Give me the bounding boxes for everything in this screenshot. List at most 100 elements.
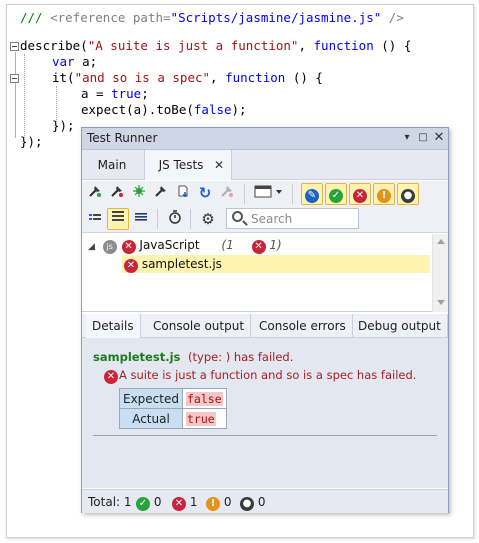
tab-console-errors[interactable]: Console errors xyxy=(253,314,353,338)
details-divider xyxy=(93,435,437,436)
failure-message: ✕ A suite is just a function and so is a … xyxy=(104,368,416,384)
code-line-1: /// <reference path="Scripts/jasmine/jas… xyxy=(20,10,404,26)
xml-tag: <reference xyxy=(50,10,133,25)
comparison-table: Expected false Actual true xyxy=(119,388,227,429)
detail-tabs: Details Console output Console errors De… xyxy=(82,314,448,338)
status-bar: Total: 1 ✓ 0 ✕ 1 ! 0 ● 0 xyxy=(82,489,448,513)
search-input[interactable]: Search xyxy=(226,208,359,229)
skipped-count: 0 xyxy=(257,495,266,509)
scroll-down-icon[interactable] xyxy=(437,300,445,305)
expand-view-button[interactable] xyxy=(107,208,129,230)
passed-count: 0 xyxy=(153,495,162,509)
details-type: (type: ) has failed. xyxy=(188,350,294,364)
tab-js-label: JS Tests xyxy=(158,158,204,172)
details-file[interactable]: sampletest.js xyxy=(93,350,180,364)
fold-it-icon[interactable] xyxy=(10,74,19,83)
test-runner-window[interactable]: Test Runner ▾ □ ✕ Main JS Tests ✕ ↻ ✎ ✓ ✕… xyxy=(81,127,449,513)
timer-icon[interactable] xyxy=(166,210,184,228)
fold-describe-icon[interactable] xyxy=(10,42,19,51)
gear-icon[interactable]: ⚙ xyxy=(199,210,217,228)
filter-skipped-button[interactable]: ● xyxy=(397,183,419,205)
tree-row-sampletest[interactable]: ✕ sampletest.js xyxy=(122,255,430,273)
actual-label: Actual xyxy=(119,408,183,429)
actual-value-cell: true xyxy=(182,408,227,429)
tab-console-output-label: Console output xyxy=(153,319,245,333)
collapse-arrow-icon[interactable]: ◢ xyxy=(88,242,95,252)
layout-dropdown[interactable] xyxy=(252,184,286,202)
tab-debug-output[interactable]: Debug output xyxy=(352,314,448,338)
expected-value: false xyxy=(186,391,223,406)
code-line-close-it: }); xyxy=(52,118,75,133)
toolbar-separator xyxy=(244,184,245,204)
actual-value: true xyxy=(186,411,216,426)
comment-prefix: /// xyxy=(20,10,51,25)
add-test-icon[interactable] xyxy=(174,184,192,202)
tree-row-javascript[interactable]: ◢ js ✕ JavaScript (1 ✕ 1) xyxy=(88,236,418,254)
xml-attr: path= xyxy=(132,10,171,25)
close-tab-icon[interactable]: ✕ xyxy=(214,150,224,180)
toolbar-separator xyxy=(157,209,158,229)
error-icon: ✕ xyxy=(251,240,266,254)
tab-console-output[interactable]: Console output xyxy=(147,314,252,338)
tree-scrollbar[interactable] xyxy=(432,234,448,312)
run-selected-icon[interactable] xyxy=(152,184,170,202)
tab-debug-output-label: Debug output xyxy=(358,319,441,333)
warning-icon: ! xyxy=(377,189,391,203)
filter-failed-button[interactable]: ✕ xyxy=(349,183,371,205)
tab-console-errors-label: Console errors xyxy=(259,319,346,333)
refresh-icon[interactable]: ↻ xyxy=(196,184,214,202)
group-failed: 1) xyxy=(269,238,282,252)
status-total: Total: 1 xyxy=(88,495,132,509)
runner-tabs: Main JS Tests ✕ xyxy=(82,150,448,180)
run-failed-icon[interactable] xyxy=(108,184,126,202)
list-view-icon[interactable] xyxy=(132,210,150,228)
status-warnings: ! 0 xyxy=(206,494,231,511)
runner-title-bar[interactable]: Test Runner ▾ □ ✕ xyxy=(82,128,448,150)
scroll-up-icon[interactable] xyxy=(437,239,445,244)
search-placeholder: Search xyxy=(251,212,293,226)
js-badge: js xyxy=(102,240,117,254)
run-all-icon[interactable] xyxy=(86,184,104,202)
skipped-icon: ● xyxy=(401,189,415,203)
details-header: sampletest.js (type: ) has failed. xyxy=(93,350,293,364)
expected-label: Expected xyxy=(119,388,183,409)
filter-passed-button[interactable]: ✓ xyxy=(325,183,347,205)
skipped-icon: ● xyxy=(240,497,254,511)
status-failed: ✕ 1 xyxy=(172,494,197,511)
collapse-view-icon[interactable] xyxy=(86,210,104,228)
status-skipped: ● 0 xyxy=(240,494,265,511)
actual-row: Actual true xyxy=(119,408,227,429)
close-icon[interactable]: ✕ xyxy=(432,131,446,145)
details-panel: sampletest.js (type: ) has failed. ✕ A su… xyxy=(82,338,448,488)
error-icon: ✕ xyxy=(121,240,136,254)
group-label: JavaScript xyxy=(139,238,200,252)
filter-warnings-button[interactable]: ! xyxy=(373,183,395,205)
runner-toolbar: ↻ ✎ ✓ ✕ ! ● ⚙ Search xyxy=(82,181,448,233)
expected-row: Expected false xyxy=(119,388,227,409)
code-line-expect: expect(a).toBe(false); xyxy=(81,102,247,117)
debug-icon[interactable] xyxy=(130,184,148,202)
test-tree[interactable]: ◢ js ✕ JavaScript (1 ✕ 1) ✕ sampletest.j… xyxy=(82,234,448,312)
tab-main[interactable]: Main xyxy=(82,150,142,180)
maximize-icon[interactable]: □ xyxy=(416,131,430,145)
error-icon: ✕ xyxy=(353,189,367,203)
warnings-count: 0 xyxy=(223,495,232,509)
indent-guide-inner xyxy=(56,86,57,122)
code-line-close-describe: }); xyxy=(20,134,43,149)
toolbar-separator xyxy=(190,209,191,229)
dropdown-arrow-icon[interactable]: ▾ xyxy=(400,131,414,145)
failure-message-text: A suite is just a function and so is a s… xyxy=(119,368,417,382)
status-passed: ✓ 0 xyxy=(136,494,161,511)
error-icon: ✕ xyxy=(172,497,186,511)
stop-icon[interactable] xyxy=(218,184,236,202)
filter-all-button[interactable]: ✎ xyxy=(301,183,323,205)
toolbar-separator xyxy=(292,184,293,204)
tab-js-tests[interactable]: JS Tests ✕ xyxy=(144,150,232,180)
failed-count: 1 xyxy=(189,495,198,509)
indent-guide xyxy=(24,54,25,138)
error-icon: ✕ xyxy=(104,370,118,384)
file-label: sampletest.js xyxy=(141,257,222,271)
group-total: (1 xyxy=(221,238,234,252)
check-icon: ✓ xyxy=(329,189,343,203)
tab-details[interactable]: Details xyxy=(86,314,141,338)
